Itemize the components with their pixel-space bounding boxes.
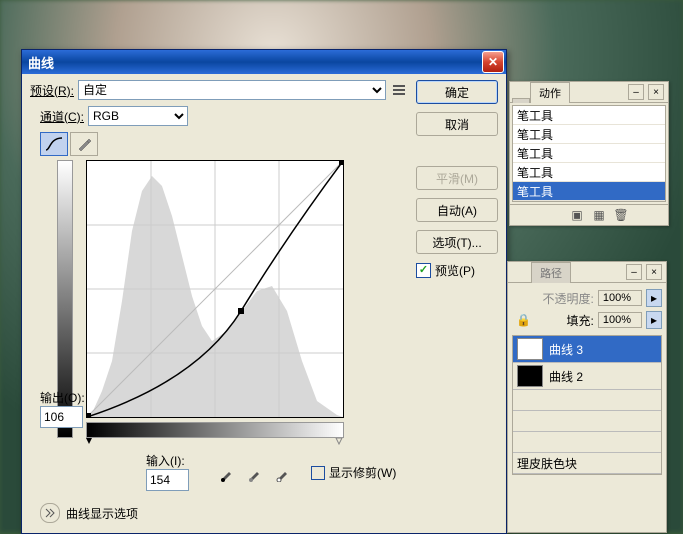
expand-options-button[interactable] [40, 503, 60, 523]
preview-label: 预览(P) [435, 262, 475, 279]
layer-name: 理皮肤色块 [517, 455, 577, 472]
curves-graph[interactable] [86, 160, 344, 418]
curve-endpoint[interactable] [339, 161, 343, 165]
opacity-value[interactable]: 100% [598, 290, 642, 306]
panel-minimize-button[interactable]: – [626, 264, 642, 280]
layer-item[interactable] [513, 390, 661, 411]
layer-name: 曲线 2 [549, 368, 583, 385]
actions-footer: ▣ ▦ 🗑 [510, 204, 668, 225]
tab-hidden[interactable] [512, 98, 530, 103]
curve-tool-button[interactable] [40, 132, 68, 156]
layer-item[interactable]: 理皮肤色块 [513, 453, 661, 474]
panel-close-button[interactable]: × [646, 264, 662, 280]
white-point-eyedropper[interactable] [273, 462, 293, 482]
layer-item[interactable]: 曲线 3 [513, 336, 661, 363]
layer-thumb [517, 338, 543, 360]
fill-label: 填充: [567, 312, 594, 329]
channel-select[interactable]: RGB [88, 106, 188, 126]
action-item[interactable]: 笔工具 [513, 125, 665, 144]
output-label: 输出(O): [40, 389, 85, 406]
opacity-label: 不透明度: [543, 290, 594, 307]
preset-select[interactable]: 自定 [78, 80, 386, 100]
new-icon[interactable]: ▦ [592, 208, 606, 222]
preset-menu-icon[interactable] [390, 81, 408, 99]
auto-button[interactable]: 自动(A) [416, 198, 498, 222]
input-gradient [86, 422, 344, 438]
preview-checkbox[interactable] [416, 263, 431, 278]
layer-item[interactable] [513, 432, 661, 453]
layer-thumb [517, 365, 543, 387]
tab-actions[interactable]: 动作 [530, 82, 570, 103]
input-input[interactable] [146, 469, 189, 491]
show-clipping-label: 显示修剪(W) [329, 464, 396, 481]
layer-item[interactable] [513, 411, 661, 432]
dialog-title: 曲线 [28, 53, 54, 72]
close-icon: ✕ [488, 55, 498, 69]
curve-endpoint[interactable] [87, 413, 91, 417]
chevron-down-icon [45, 508, 55, 518]
lock-icon[interactable]: 🔒 [516, 313, 531, 327]
panel-minimize-button[interactable]: – [628, 84, 644, 100]
ok-button[interactable]: 确定 [416, 80, 498, 104]
channel-label: 通道(C): [40, 108, 84, 125]
panel-close-button[interactable]: × [648, 84, 664, 100]
action-item[interactable]: 笔工具 [513, 106, 665, 125]
smooth-button: 平滑(M) [416, 166, 498, 190]
curve-icon [45, 137, 63, 151]
slider-markers[interactable] [84, 438, 344, 448]
actions-list: 笔工具 笔工具 笔工具 笔工具 笔工具 [512, 105, 666, 202]
curve-point[interactable] [238, 308, 244, 314]
layers-panel: . 路径 – × 不透明度: 100% ▸ 🔒 填充: 100% ▸ 曲线 3 [507, 261, 667, 533]
gray-point-eyedropper[interactable] [245, 462, 265, 482]
action-item[interactable]: 笔工具 [513, 182, 665, 201]
preset-label: 预设(R): [30, 82, 74, 99]
pencil-tool-button[interactable] [70, 132, 98, 156]
actions-panel: 动作 – × 笔工具 笔工具 笔工具 笔工具 笔工具 ▣ ▦ 🗑 [509, 81, 669, 226]
action-item[interactable]: 笔工具 [513, 144, 665, 163]
layer-name: 曲线 3 [549, 341, 583, 358]
layer-item[interactable]: 曲线 2 [513, 363, 661, 390]
close-button[interactable]: ✕ [482, 51, 504, 73]
options-button[interactable]: 选项(T)... [416, 230, 498, 254]
layer-list: 曲线 3 曲线 2 理皮肤色块 [512, 335, 662, 475]
black-point-eyedropper[interactable] [217, 462, 237, 482]
cancel-button[interactable]: 取消 [416, 112, 498, 136]
curves-dialog: 曲线 ✕ 预设(R): 自定 通道(C): RGB [21, 49, 507, 534]
dialog-titlebar[interactable]: 曲线 ✕ [22, 50, 506, 74]
action-item[interactable]: 笔工具 [513, 163, 665, 182]
opacity-arrow[interactable]: ▸ [646, 289, 662, 307]
trash-icon[interactable]: 🗑 [614, 208, 628, 222]
folder-icon[interactable]: ▣ [570, 208, 584, 222]
input-label: 输入(I): [146, 452, 185, 469]
display-options-label: 曲线显示选项 [66, 505, 138, 522]
tab-paths[interactable]: 路径 [531, 262, 571, 283]
fill-arrow[interactable]: ▸ [646, 311, 662, 329]
output-input[interactable] [40, 406, 83, 428]
show-clipping-checkbox[interactable] [311, 466, 325, 480]
fill-value[interactable]: 100% [598, 312, 642, 328]
pencil-icon [77, 137, 91, 151]
